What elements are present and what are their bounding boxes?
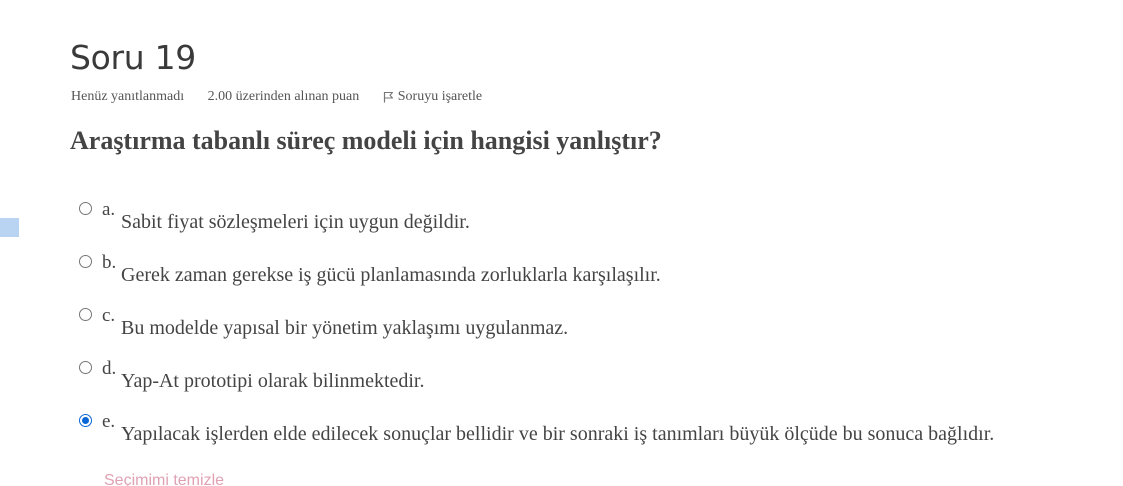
answer-b-text[interactable]: Gerek zaman gerekse iş gücü planlamasınd… xyxy=(121,263,661,287)
answer-c-text[interactable]: Bu modelde yapısal bir yönetim yaklaşımı… xyxy=(121,316,568,340)
answer-a-letter: a. xyxy=(102,199,116,220)
answer-e-text[interactable]: Yapılacak işlerden elde edilecek sonuçla… xyxy=(121,422,994,446)
question-grade: 2.00 üzerinden alınan puan xyxy=(207,89,360,104)
answer-option-c[interactable]: c. Bu modelde yapısal bir yönetim yaklaş… xyxy=(76,302,1116,355)
question-state: Henüz yanıtlanmadı xyxy=(71,89,185,104)
answer-d-text[interactable]: Yap-At prototipi olarak bilinmektedir. xyxy=(121,369,425,393)
flag-question-label: Soruyu işaretle xyxy=(397,89,483,104)
answer-option-d[interactable]: d. Yap-At prototipi olarak bilinmektedir… xyxy=(76,355,1116,408)
answer-e-focus-highlight xyxy=(0,218,19,237)
answer-a-text[interactable]: Sabit fiyat sözleşmeleri için uygun deği… xyxy=(121,210,470,234)
question-text: Araştırma tabanlı süreç modeli için hang… xyxy=(70,126,662,155)
answer-c-radio[interactable] xyxy=(79,308,92,321)
quiz-question-page: Soru 19 Henüz yanıtlanmadı 2.00 üzerinde… xyxy=(0,0,1123,486)
answer-c-letter: c. xyxy=(102,305,116,326)
question-number-title: Soru 19 xyxy=(70,38,197,77)
answer-a-radio[interactable] xyxy=(79,202,92,215)
answer-b-letter: b. xyxy=(102,252,117,273)
answer-b-radio[interactable] xyxy=(79,255,92,268)
answer-d-radio[interactable] xyxy=(79,361,92,374)
answer-option-e[interactable]: e. Yapılacak işlerden elde edilecek sonu… xyxy=(76,408,1116,461)
answer-e-letter: e. xyxy=(102,411,116,432)
answer-option-a[interactable]: a. Sabit fiyat sözleşmeleri için uygun d… xyxy=(76,196,1116,249)
flag-icon xyxy=(383,91,394,103)
answer-e-radio[interactable] xyxy=(79,414,92,427)
answer-option-b[interactable]: b. Gerek zaman gerekse iş gücü planlamas… xyxy=(76,249,1116,302)
answer-list: a. Sabit fiyat sözleşmeleri için uygun d… xyxy=(76,196,1116,461)
clear-choice-link[interactable]: Seçimimi temizle xyxy=(104,470,224,486)
flag-question-link[interactable]: Soruyu işaretle xyxy=(383,89,482,104)
question-info-bar: Henüz yanıtlanmadı 2.00 üzerinden alınan… xyxy=(71,88,482,106)
answer-d-letter: d. xyxy=(102,358,117,379)
